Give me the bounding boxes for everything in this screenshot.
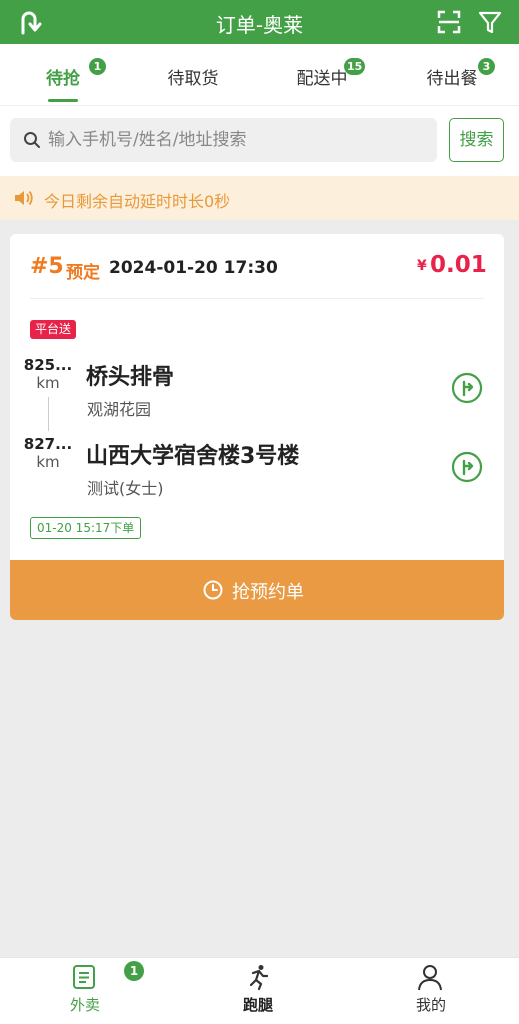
person-icon (418, 965, 442, 991)
nav-label: 外卖 (69, 996, 100, 1014)
filter-icon[interactable] (477, 9, 503, 35)
nav-label: 我的 (415, 996, 446, 1014)
route-connector (48, 397, 49, 431)
nav-badge: 1 (124, 961, 144, 981)
tab-to-grab[interactable]: 待抢 1 (3, 44, 123, 106)
tab-to-pickup[interactable]: 待取货 (133, 44, 253, 106)
search-box (10, 118, 437, 162)
tab-label: 待取货 (167, 69, 219, 89)
nav-label: 跑腿 (242, 996, 273, 1014)
search-input[interactable] (48, 118, 428, 162)
dropoff-address: 山西大学宿舍楼3号楼 (86, 444, 300, 469)
order-card[interactable]: #5 预定 2024-01-20 17:30 ¥ 0.01 平台送 825...… (10, 234, 504, 620)
delivery-tag: 平台送 (30, 320, 77, 339)
tab-awaiting-meal[interactable]: 待出餐 3 (392, 44, 512, 106)
pickup-distance: 825... km (23, 356, 73, 392)
notice-text: 今日剩余自动延时时长0秒 (44, 192, 231, 211)
pickup-store-name: 桥头排骨 (86, 365, 175, 390)
speaker-icon (15, 190, 33, 206)
pickup-distance-unit: km (36, 374, 60, 392)
notice-bar: 今日剩余自动延时时长0秒 (0, 176, 519, 220)
nav-errand[interactable]: 跑腿 (173, 958, 346, 1024)
document-list-icon (73, 965, 95, 989)
navigate-icon[interactable] (451, 451, 483, 483)
pickup-address: 观湖花园 (87, 400, 152, 419)
grab-order-button[interactable]: 抢预约单 (10, 560, 504, 620)
nav-profile[interactable]: 我的 (346, 958, 519, 1024)
running-person-icon (249, 965, 269, 991)
navigate-icon[interactable] (451, 372, 483, 404)
currency-symbol: ¥ (417, 258, 427, 274)
app-header: 订单-奥莱 (0, 0, 519, 44)
bottom-nav: 1 外卖 跑腿 我的 (0, 957, 519, 1024)
grab-order-label: 抢预约单 (232, 582, 304, 603)
tab-badge: 3 (478, 58, 495, 75)
search-button[interactable]: 搜索 (449, 118, 504, 162)
active-tab-indicator (48, 99, 78, 102)
customer-contact: 测试(女士) (87, 479, 164, 498)
tab-badge: 1 (89, 58, 106, 75)
tab-badge: 15 (344, 58, 366, 75)
dropoff-distance: 827... km (23, 435, 73, 471)
dropoff-distance-unit: km (36, 453, 60, 471)
dropoff-distance-value: 827... (23, 435, 73, 453)
order-status-tabs: 待抢 1 待取货 配送中 15 待出餐 3 (0, 44, 519, 106)
tab-delivering[interactable]: 配送中 15 (262, 44, 382, 106)
clock-icon (203, 580, 223, 600)
nav-takeout[interactable]: 1 外卖 (0, 958, 173, 1024)
divider (30, 298, 484, 299)
search-icon (24, 132, 40, 148)
pickup-distance-value: 825... (23, 356, 73, 374)
order-type: 预定 (66, 263, 100, 283)
order-price: 0.01 (430, 252, 487, 278)
scan-icon[interactable] (436, 9, 462, 35)
search-bar: 搜索 (0, 106, 519, 176)
scheduled-time: 2024-01-20 17:30 (109, 258, 278, 278)
order-number: #5 (30, 254, 64, 279)
order-placed-time: 01-20 15:17下单 (30, 517, 142, 539)
